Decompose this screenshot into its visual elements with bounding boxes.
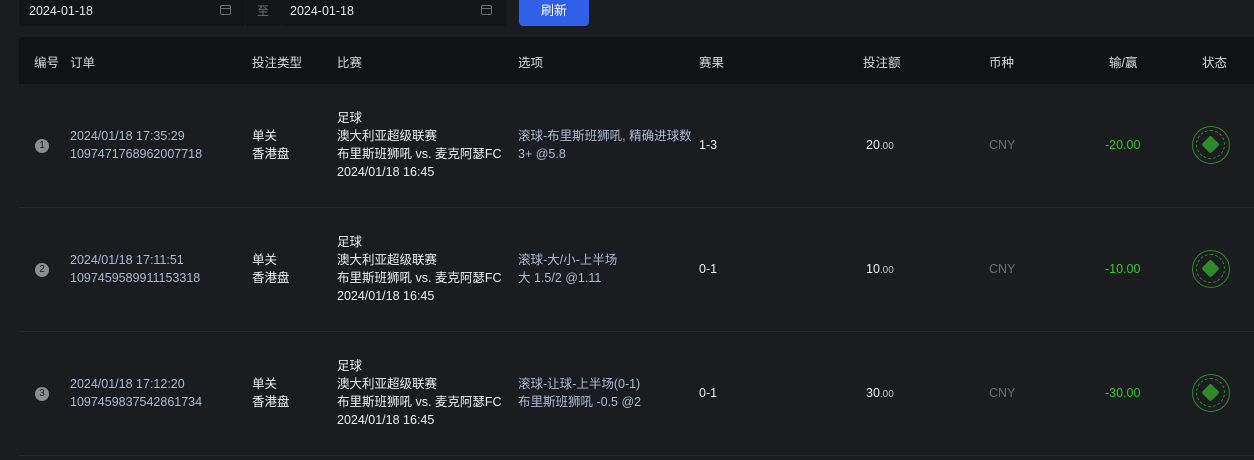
match-info: 足球 澳大利亚超级联赛 布里斯班狮吼 vs. 麦克阿瑟FC 2024/01/18… bbox=[337, 233, 502, 305]
amount-decimal: .00 bbox=[879, 265, 894, 276]
result: 0-1 bbox=[699, 386, 718, 400]
header-win-loss: 输/赢 bbox=[1109, 56, 1138, 70]
teams: 布里斯班狮吼 vs. 麦克阿瑟FC bbox=[337, 395, 502, 409]
option-info: 滚球-大/小-上半场 大 1.5/2 @1.11 bbox=[518, 251, 617, 287]
header-option: 选项 bbox=[518, 56, 544, 70]
settled-stamp-icon bbox=[1192, 374, 1230, 412]
header-match: 比赛 bbox=[337, 56, 363, 70]
calendar-icon[interactable] bbox=[220, 5, 231, 15]
bet-amount: 30.00 bbox=[866, 384, 894, 404]
row-number-badge: 3 bbox=[35, 387, 49, 401]
header-currency: 币种 bbox=[989, 56, 1015, 70]
option-info: 滚球-让球-上半场(0-1) 布里斯班狮吼 -0.5 @2 bbox=[518, 375, 641, 411]
odds-type: 香港盘 bbox=[252, 395, 290, 409]
option-info: 滚球-布里斯班狮吼, 精确进球数 3+ @5.8 bbox=[518, 127, 692, 163]
match-time: 2024/01/18 16:45 bbox=[337, 413, 435, 427]
bet-amount: 20.00 bbox=[866, 136, 894, 156]
sport: 足球 bbox=[337, 111, 363, 125]
amount-integer: 20 bbox=[866, 138, 880, 152]
amount-decimal: .00 bbox=[879, 141, 894, 152]
league: 澳大利亚超级联赛 bbox=[337, 253, 438, 267]
match-info: 足球 澳大利亚超级联赛 布里斯班狮吼 vs. 麦克阿瑟FC 2024/01/18… bbox=[337, 357, 502, 429]
bet-type: 单关 bbox=[252, 377, 278, 391]
result: 1-3 bbox=[699, 138, 718, 152]
start-date-value: 2024-01-18 bbox=[29, 4, 93, 18]
amount-decimal: .00 bbox=[879, 389, 894, 400]
order-id: 1097459837542861734 bbox=[70, 395, 203, 409]
table-header: 编号 订单 投注类型 比赛 选项 赛果 投注额 币种 输/赢 状态 bbox=[19, 37, 1254, 84]
currency: CNY bbox=[989, 138, 1016, 152]
match-time: 2024/01/18 16:45 bbox=[337, 289, 435, 303]
option-line-2: 3+ @5.8 bbox=[518, 147, 566, 161]
calendar-icon[interactable] bbox=[481, 5, 492, 15]
end-date-input[interactable]: 2024-01-18 bbox=[280, 0, 506, 26]
order-info: 2024/01/18 17:35:29 1097471768962007718 bbox=[70, 127, 202, 163]
bet-type-info: 单关 香港盘 bbox=[252, 375, 290, 411]
bet-type-info: 单关 香港盘 bbox=[252, 127, 290, 163]
bet-type: 单关 bbox=[252, 129, 278, 143]
win-loss: -20.00 bbox=[1105, 138, 1141, 152]
bet-history-table: 编号 订单 投注类型 比赛 选项 赛果 投注额 币种 输/赢 状态 1 2024… bbox=[19, 37, 1254, 456]
order-info: 2024/01/18 17:11:51 1097459589911153318 bbox=[70, 251, 200, 287]
option-line-2: 大 1.5/2 @1.11 bbox=[518, 271, 602, 285]
header-no: 编号 bbox=[34, 56, 60, 70]
order-id: 1097471768962007718 bbox=[70, 147, 203, 161]
date-range-separator: 至 bbox=[246, 0, 280, 26]
sport: 足球 bbox=[337, 235, 363, 249]
league: 澳大利亚超级联赛 bbox=[337, 377, 438, 391]
league: 澳大利亚超级联赛 bbox=[337, 129, 438, 143]
settled-stamp-icon bbox=[1192, 250, 1230, 288]
header-amount: 投注额 bbox=[863, 56, 901, 70]
row-number-badge: 1 bbox=[35, 139, 49, 153]
currency: CNY bbox=[989, 262, 1016, 276]
settled-stamp-icon bbox=[1192, 126, 1230, 164]
table-row: 1 2024/01/18 17:35:29 109747176896200771… bbox=[19, 84, 1254, 208]
refresh-button[interactable]: 刷新 bbox=[519, 0, 589, 26]
bet-type-info: 单关 香港盘 bbox=[252, 251, 290, 287]
table-row: 2 2024/01/18 17:11:51 109745958991115331… bbox=[19, 208, 1254, 332]
order-id: 1097459589911153318 bbox=[70, 271, 201, 285]
teams: 布里斯班狮吼 vs. 麦克阿瑟FC bbox=[337, 147, 502, 161]
result: 0-1 bbox=[699, 262, 718, 276]
amount-integer: 30 bbox=[866, 386, 880, 400]
odds-type: 香港盘 bbox=[252, 271, 290, 285]
match-info: 足球 澳大利亚超级联赛 布里斯班狮吼 vs. 麦克阿瑟FC 2024/01/18… bbox=[337, 109, 502, 181]
start-date-input[interactable]: 2024-01-18 bbox=[19, 0, 245, 26]
win-loss: -30.00 bbox=[1105, 386, 1141, 400]
header-order: 订单 bbox=[70, 56, 96, 70]
bet-amount: 10.00 bbox=[866, 260, 894, 280]
option-line-1: 滚球-让球-上半场(0-1) bbox=[518, 377, 641, 391]
order-time: 2024/01/18 17:35:29 bbox=[70, 129, 185, 143]
option-line-1: 滚球-布里斯班狮吼, 精确进球数 bbox=[518, 129, 692, 143]
amount-integer: 10 bbox=[866, 262, 880, 276]
order-time: 2024/01/18 17:12:20 bbox=[70, 377, 185, 391]
option-line-2: 布里斯班狮吼 -0.5 @2 bbox=[518, 395, 642, 409]
odds-type: 香港盘 bbox=[252, 147, 290, 161]
order-info: 2024/01/18 17:12:20 1097459837542861734 bbox=[70, 375, 202, 411]
end-date-value: 2024-01-18 bbox=[290, 4, 354, 18]
teams: 布里斯班狮吼 vs. 麦克阿瑟FC bbox=[337, 271, 502, 285]
bet-type: 单关 bbox=[252, 253, 278, 267]
win-loss: -10.00 bbox=[1105, 262, 1141, 276]
header-result: 赛果 bbox=[699, 56, 725, 70]
currency: CNY bbox=[989, 386, 1016, 400]
header-status: 状态 bbox=[1202, 56, 1228, 70]
order-time: 2024/01/18 17:11:51 bbox=[70, 253, 184, 267]
filter-toolbar: 2024-01-18 至 2024-01-18 刷新 bbox=[0, 0, 1254, 36]
match-time: 2024/01/18 16:45 bbox=[337, 165, 435, 179]
sport: 足球 bbox=[337, 359, 363, 373]
row-number-badge: 2 bbox=[35, 263, 49, 277]
option-line-1: 滚球-大/小-上半场 bbox=[518, 253, 618, 267]
header-bet-type: 投注类型 bbox=[252, 56, 303, 70]
table-row: 3 2024/01/18 17:12:20 109745983754286173… bbox=[19, 332, 1254, 456]
